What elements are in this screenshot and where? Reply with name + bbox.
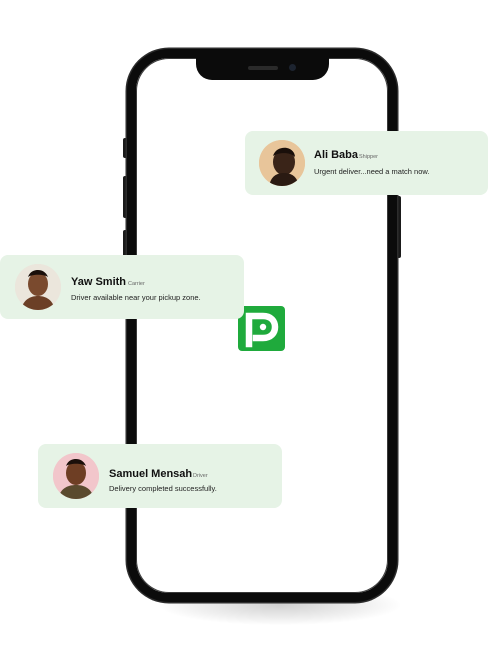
sender-role: Driver — [193, 473, 208, 479]
notification-card-ali-baba[interactable]: Ali Baba Shipper Urgent deliver...need a… — [245, 131, 488, 195]
phone-side-button — [397, 196, 401, 258]
app-logo-icon — [245, 312, 279, 348]
sender-role: Shipper — [359, 154, 378, 160]
avatar — [53, 453, 99, 499]
sender-name: Samuel Mensah — [109, 468, 193, 480]
avatar-person-icon — [53, 453, 99, 499]
app-logo — [238, 306, 285, 351]
avatar — [15, 264, 61, 310]
avatar — [259, 140, 305, 186]
avatar-person-icon — [15, 264, 61, 310]
phone-speaker — [248, 66, 278, 70]
avatar-person-icon — [259, 140, 305, 186]
notification-card-yaw-smith[interactable]: Yaw Smith Carrier Driver available near … — [0, 255, 244, 319]
notification-message: Delivery completed successfully. — [109, 484, 217, 493]
sender-name: Ali Baba — [314, 149, 359, 161]
notification-message: Urgent deliver...need a match now. — [314, 167, 430, 176]
sender-role: Carrier — [128, 281, 145, 287]
notification-card-samuel-mensah[interactable]: Samuel Mensah Driver Delivery completed … — [38, 444, 282, 508]
sender-name: Yaw Smith — [71, 276, 127, 288]
notification-message: Driver available near your pickup zone. — [71, 293, 201, 302]
phone-camera — [289, 64, 296, 71]
